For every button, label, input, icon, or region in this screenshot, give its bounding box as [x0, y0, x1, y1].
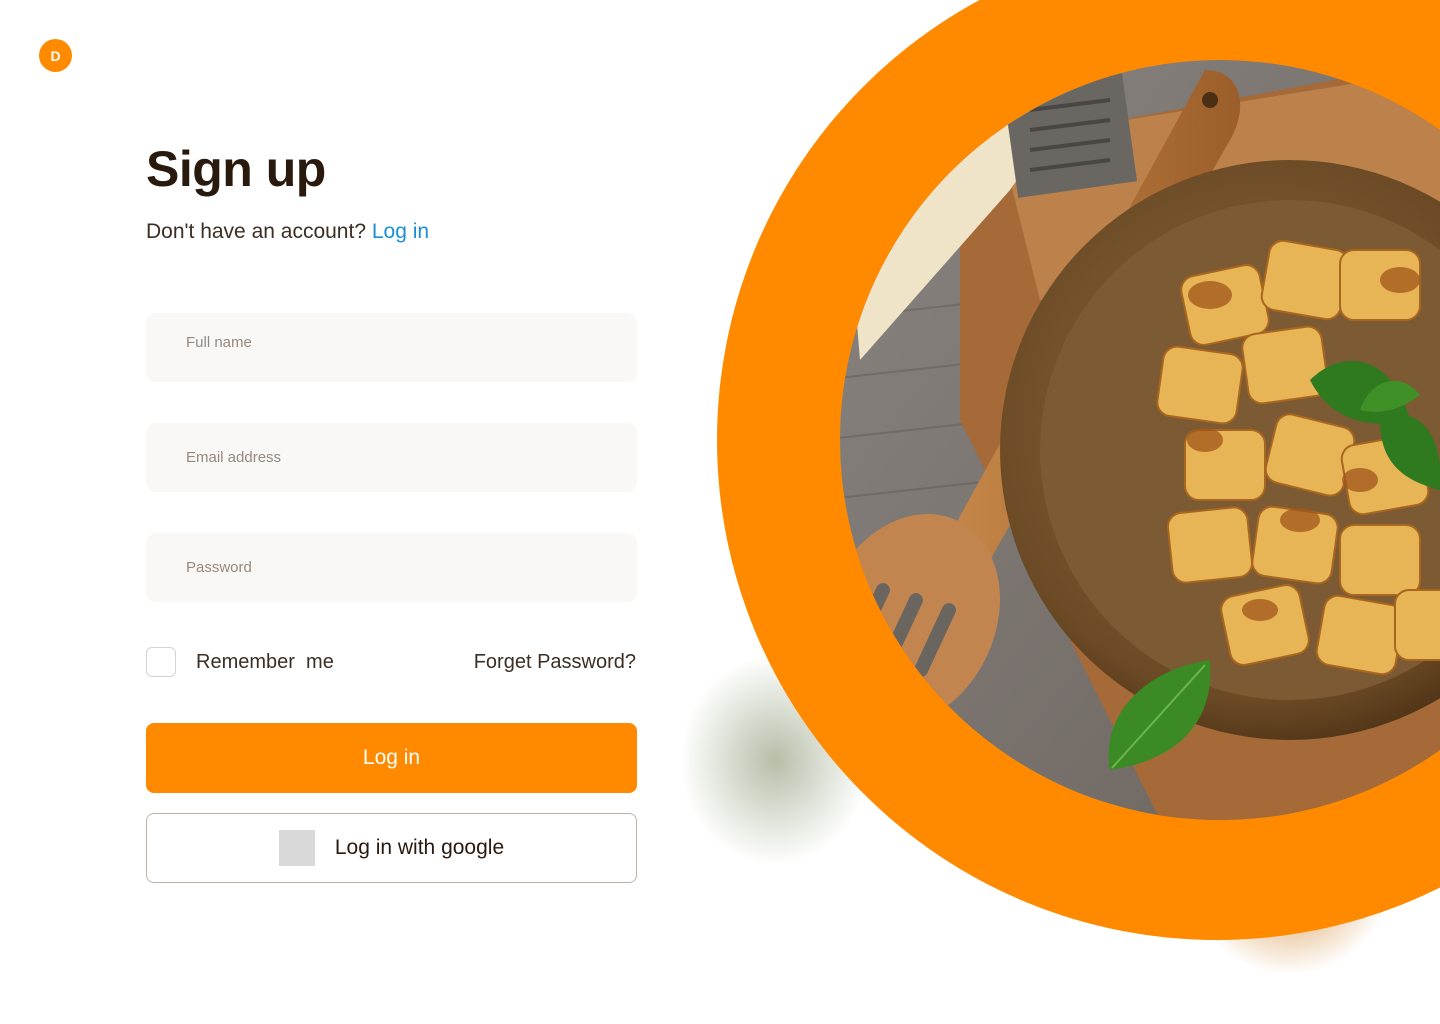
- logo-letter: D: [50, 47, 61, 64]
- login-button[interactable]: Log in: [146, 723, 637, 793]
- remember-me-checkbox[interactable]: [146, 647, 176, 677]
- brand-logo[interactable]: D: [39, 39, 72, 72]
- remember-me-label: Remember me: [196, 651, 334, 673]
- email-input[interactable]: [146, 423, 637, 492]
- page-title: Sign up: [146, 141, 326, 197]
- google-icon: [278, 830, 315, 866]
- account-prompt: Don't have an account? Log in: [146, 220, 429, 244]
- google-login-label: Log in with google: [334, 836, 505, 859]
- account-prompt-text: Don't have an account?: [146, 220, 366, 243]
- password-input[interactable]: [146, 533, 637, 602]
- full-name-input[interactable]: [146, 313, 637, 382]
- forgot-password-link[interactable]: Forget Password?: [474, 651, 636, 674]
- google-login-button[interactable]: Log in with google: [146, 813, 637, 883]
- login-link[interactable]: Log in: [372, 220, 429, 243]
